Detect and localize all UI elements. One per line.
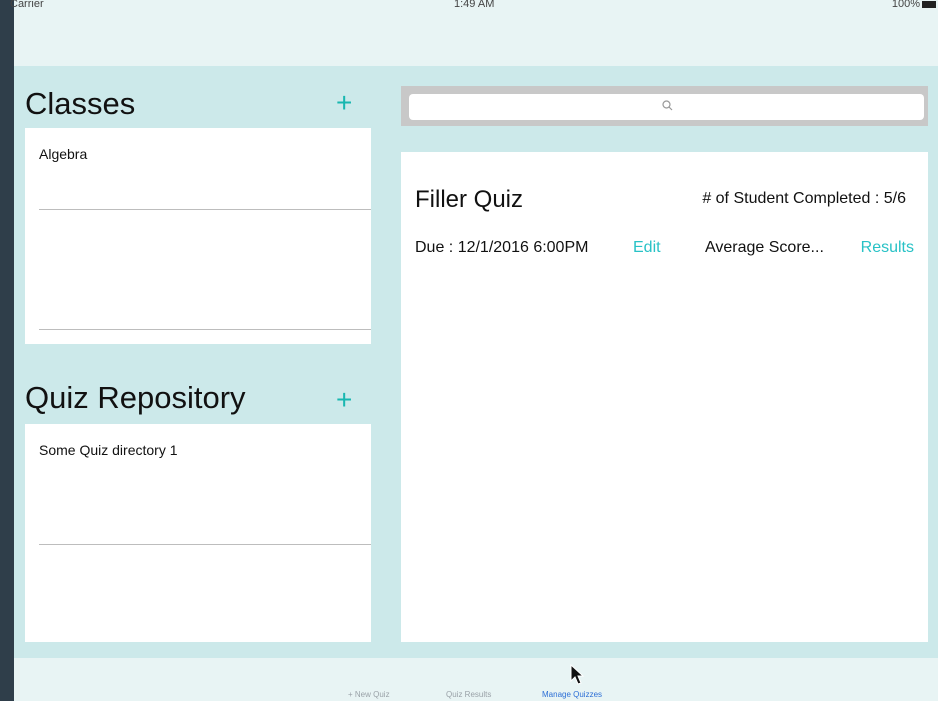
tab-bar: + New Quiz Quiz Results Manage Quizzes xyxy=(14,658,938,701)
row-divider xyxy=(39,544,371,545)
add-quiz-directory-button[interactable]: + xyxy=(336,386,352,414)
add-class-button[interactable]: + xyxy=(336,89,352,117)
tab-manage-quizzes[interactable]: Manage Quizzes xyxy=(542,690,602,699)
classes-title: Classes xyxy=(25,86,136,121)
completed-count: # of Student Completed : 5/6 xyxy=(702,190,906,207)
class-name: Algebra xyxy=(39,146,88,162)
classes-list: Algebra xyxy=(25,128,371,344)
list-item[interactable]: Algebra xyxy=(25,128,371,209)
due-date: Due : 12/1/2016 6:00PM xyxy=(415,239,589,256)
carrier-label: Carrier xyxy=(10,0,44,10)
status-time: 1:49 AM xyxy=(454,0,495,10)
quiz-directory-name: Some Quiz directory 1 xyxy=(39,442,178,458)
quiz-row[interactable]: Filler Quiz # of Student Completed : 5/6… xyxy=(401,172,928,272)
edit-button[interactable]: Edit xyxy=(633,239,661,257)
quiz-repository-list: Some Quiz directory 1 xyxy=(25,424,371,642)
quiz-title: Filler Quiz xyxy=(415,186,524,213)
list-item[interactable]: Some Quiz directory 1 xyxy=(25,424,371,544)
row-divider xyxy=(39,209,371,210)
results-button[interactable]: Results xyxy=(861,239,914,257)
search-icon xyxy=(662,100,673,111)
status-bar: Carrier 1:49 AM 100% xyxy=(10,0,938,66)
tab-new-quiz[interactable]: + New Quiz xyxy=(348,690,390,699)
battery-icon xyxy=(922,1,936,8)
quiz-repository-title: Quiz Repository xyxy=(25,380,246,415)
mouse-cursor-icon xyxy=(570,664,585,685)
average-score: Average Score... xyxy=(705,239,824,256)
battery-label: 100% xyxy=(891,0,920,10)
quiz-detail-panel: Filler Quiz # of Student Completed : 5/6… xyxy=(401,152,928,642)
app-screen: Carrier 1:49 AM 100% Classes + Algebra Q… xyxy=(10,0,938,701)
row-divider xyxy=(39,329,371,330)
search-bar xyxy=(401,86,928,126)
tab-quiz-results[interactable]: Quiz Results xyxy=(446,690,491,699)
